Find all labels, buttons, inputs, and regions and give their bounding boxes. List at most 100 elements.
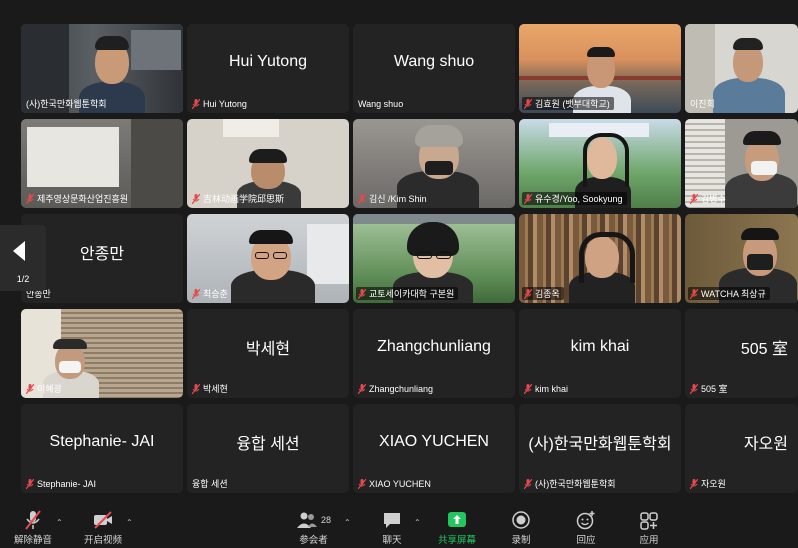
participants-button[interactable]: 28 参会者 bbox=[296, 510, 331, 546]
participant-name: 제주영상문화산업진흥원 bbox=[37, 194, 129, 204]
left-arrow-icon bbox=[13, 241, 25, 261]
muted-mic-icon bbox=[26, 478, 34, 489]
reaction-smiley-icon bbox=[576, 511, 595, 530]
participant-name-label: Stephanie- JAI bbox=[24, 477, 100, 490]
participant-name: 교토세이카대학 구본원 bbox=[369, 289, 455, 299]
chat-label: 聊天 bbox=[382, 535, 402, 546]
participant-tile[interactable]: 김신 /Kim Shin bbox=[353, 119, 515, 208]
participant-name-label: 교토세이카대학 구본원 bbox=[356, 287, 459, 300]
participant-tile[interactable]: kim khai kim khai bbox=[519, 309, 681, 398]
participant-center-name: kim khai bbox=[570, 337, 630, 355]
participant-name-label: 최승춘 bbox=[190, 287, 232, 300]
chat-button[interactable]: 聊天 bbox=[381, 510, 403, 546]
meeting-toolbar: 解除静音 ⌃ 开启视频 ⌃ 28 参会者 ⌃ 聊天 ⌃ 共享屏幕 录制 回应 应… bbox=[0, 506, 798, 548]
record-button[interactable]: 录制 bbox=[510, 510, 532, 546]
muted-mic-icon bbox=[690, 193, 698, 204]
participant-tile[interactable]: 김종옥 bbox=[519, 214, 681, 303]
participant-tile[interactable]: 유수경/Yoo, Sookyung bbox=[519, 119, 681, 208]
participant-name-label: (사)한국만화웹툰학회 bbox=[24, 97, 111, 110]
participant-tile[interactable]: 자오원 자오원 bbox=[685, 404, 798, 493]
participant-name-label: 김종옥 bbox=[522, 287, 564, 300]
participant-tile[interactable]: 제주영상문화산업진흥원 bbox=[21, 119, 183, 208]
reactions-button[interactable]: 回应 bbox=[575, 510, 597, 546]
muted-mic-icon bbox=[26, 383, 34, 394]
participant-center-name: (사)한국만화웹툰학회 bbox=[528, 435, 672, 453]
participant-tile[interactable]: 교토세이카대학 구본원 bbox=[353, 214, 515, 303]
previous-page-button[interactable]: 1/2 bbox=[0, 225, 46, 291]
participants-label: 参会者 bbox=[299, 535, 328, 546]
participant-name-label: 505 室 bbox=[688, 382, 732, 395]
participant-tile[interactable]: 이혜광 bbox=[21, 309, 183, 398]
participant-name: (사)한국만화웹툰학회 bbox=[26, 99, 107, 109]
participant-tile[interactable]: WATCHA 최상규 bbox=[685, 214, 798, 303]
muted-mic-icon bbox=[192, 193, 200, 204]
participant-center-name: Zhangchunliang bbox=[377, 337, 491, 355]
participant-tile[interactable]: 융합 세션 융합 세션 bbox=[187, 404, 349, 493]
participant-tile[interactable]: XIAO YUCHEN XIAO YUCHEN bbox=[353, 404, 515, 493]
participant-name-label: 자오원 bbox=[688, 477, 730, 490]
participant-name-label: Zhangchunliang bbox=[356, 382, 437, 395]
participant-name: 김종옥 bbox=[535, 289, 560, 299]
participant-tile[interactable]: 이진희 bbox=[685, 24, 798, 113]
participant-tile[interactable]: 505 室 505 室 bbox=[685, 309, 798, 398]
audio-options-caret-icon[interactable]: ⌃ bbox=[56, 518, 63, 527]
participant-tile[interactable]: (사)한국만화웹툰학회 bbox=[21, 24, 183, 113]
participant-name-label: 융합 세션 bbox=[190, 477, 232, 490]
participant-name: 박세현 bbox=[203, 384, 228, 394]
participants-icon bbox=[297, 512, 317, 528]
participant-center-name: Hui Yutong bbox=[229, 52, 307, 70]
share-screen-button[interactable]: 共享屏幕 bbox=[438, 510, 476, 546]
participant-name-label: 김신 /Kim Shin bbox=[356, 192, 431, 205]
participant-center-name: 융합 세션 bbox=[236, 435, 300, 453]
muted-mic-icon bbox=[690, 383, 698, 394]
participant-name-label: 이진희 bbox=[688, 97, 719, 110]
participant-tile[interactable]: 吉林动画学院邱思斯 bbox=[187, 119, 349, 208]
participant-name-label: 유수경/Yoo, Sookyung bbox=[522, 192, 627, 205]
unmute-button[interactable]: 解除静音 bbox=[14, 510, 52, 546]
muted-mic-icon bbox=[690, 288, 698, 299]
participants-caret-icon[interactable]: ⌃ bbox=[344, 518, 351, 527]
participant-name-label: 김병수 bbox=[688, 192, 730, 205]
muted-mic-icon bbox=[358, 478, 366, 489]
page-indicator: 1/2 bbox=[16, 274, 30, 284]
apps-label: 应用 bbox=[639, 535, 659, 546]
participant-name-label: 박세현 bbox=[190, 382, 232, 395]
participant-name: WATCHA 최상규 bbox=[701, 289, 766, 299]
participant-tile[interactable]: (사)한국만화웹툰학회 (사)한국만화웹툰학회 bbox=[519, 404, 681, 493]
video-options-caret-icon[interactable]: ⌃ bbox=[126, 518, 133, 527]
participant-tile[interactable]: 김효원 (뱃부대학교) bbox=[519, 24, 681, 113]
participant-tile[interactable]: Wang shuo Wang shuo bbox=[353, 24, 515, 113]
chat-caret-icon[interactable]: ⌃ bbox=[414, 518, 421, 527]
participant-name: 유수경/Yoo, Sookyung bbox=[535, 194, 623, 204]
muted-mic-icon bbox=[26, 193, 34, 204]
participant-tile[interactable]: Hui Yutong Hui Yutong bbox=[187, 24, 349, 113]
muted-mic-icon bbox=[524, 478, 532, 489]
participant-name: 이혜광 bbox=[37, 384, 62, 394]
participant-name: 김신 /Kim Shin bbox=[369, 194, 427, 204]
participant-name: XIAO YUCHEN bbox=[369, 478, 431, 489]
participant-name: Zhangchunliang bbox=[369, 383, 434, 394]
share-screen-label: 共享屏幕 bbox=[438, 535, 477, 546]
participant-name: Stephanie- JAI bbox=[37, 478, 97, 489]
chat-icon bbox=[384, 513, 400, 528]
participant-name-label: Wang shuo bbox=[356, 97, 407, 110]
participant-tile[interactable]: Stephanie- JAI Stephanie- JAI bbox=[21, 404, 183, 493]
participant-name-label: (사)한국만화웹툰학회 bbox=[522, 477, 620, 490]
participant-tile[interactable]: 김병수 bbox=[685, 119, 798, 208]
participant-name: 최승춘 bbox=[203, 289, 228, 299]
participant-tile[interactable]: 박세현 박세현 bbox=[187, 309, 349, 398]
apps-icon bbox=[640, 512, 658, 530]
participant-center-name: Wang shuo bbox=[393, 52, 475, 70]
participant-tile[interactable]: Zhangchunliang Zhangchunliang bbox=[353, 309, 515, 398]
start-video-button[interactable]: 开启视频 bbox=[84, 510, 122, 546]
participant-tile[interactable]: 최승춘 bbox=[187, 214, 349, 303]
participant-name: 자오원 bbox=[701, 479, 726, 489]
muted-mic-icon bbox=[192, 383, 200, 394]
unmute-label: 解除静音 bbox=[14, 535, 53, 546]
muted-mic-icon bbox=[524, 193, 532, 204]
record-label: 录制 bbox=[511, 535, 531, 546]
participant-name: 吉林动画学院邱思斯 bbox=[203, 194, 285, 204]
muted-mic-icon bbox=[192, 288, 200, 299]
participant-name: 김효원 (뱃부대학교) bbox=[535, 99, 610, 109]
apps-button[interactable]: 应用 bbox=[638, 510, 660, 546]
